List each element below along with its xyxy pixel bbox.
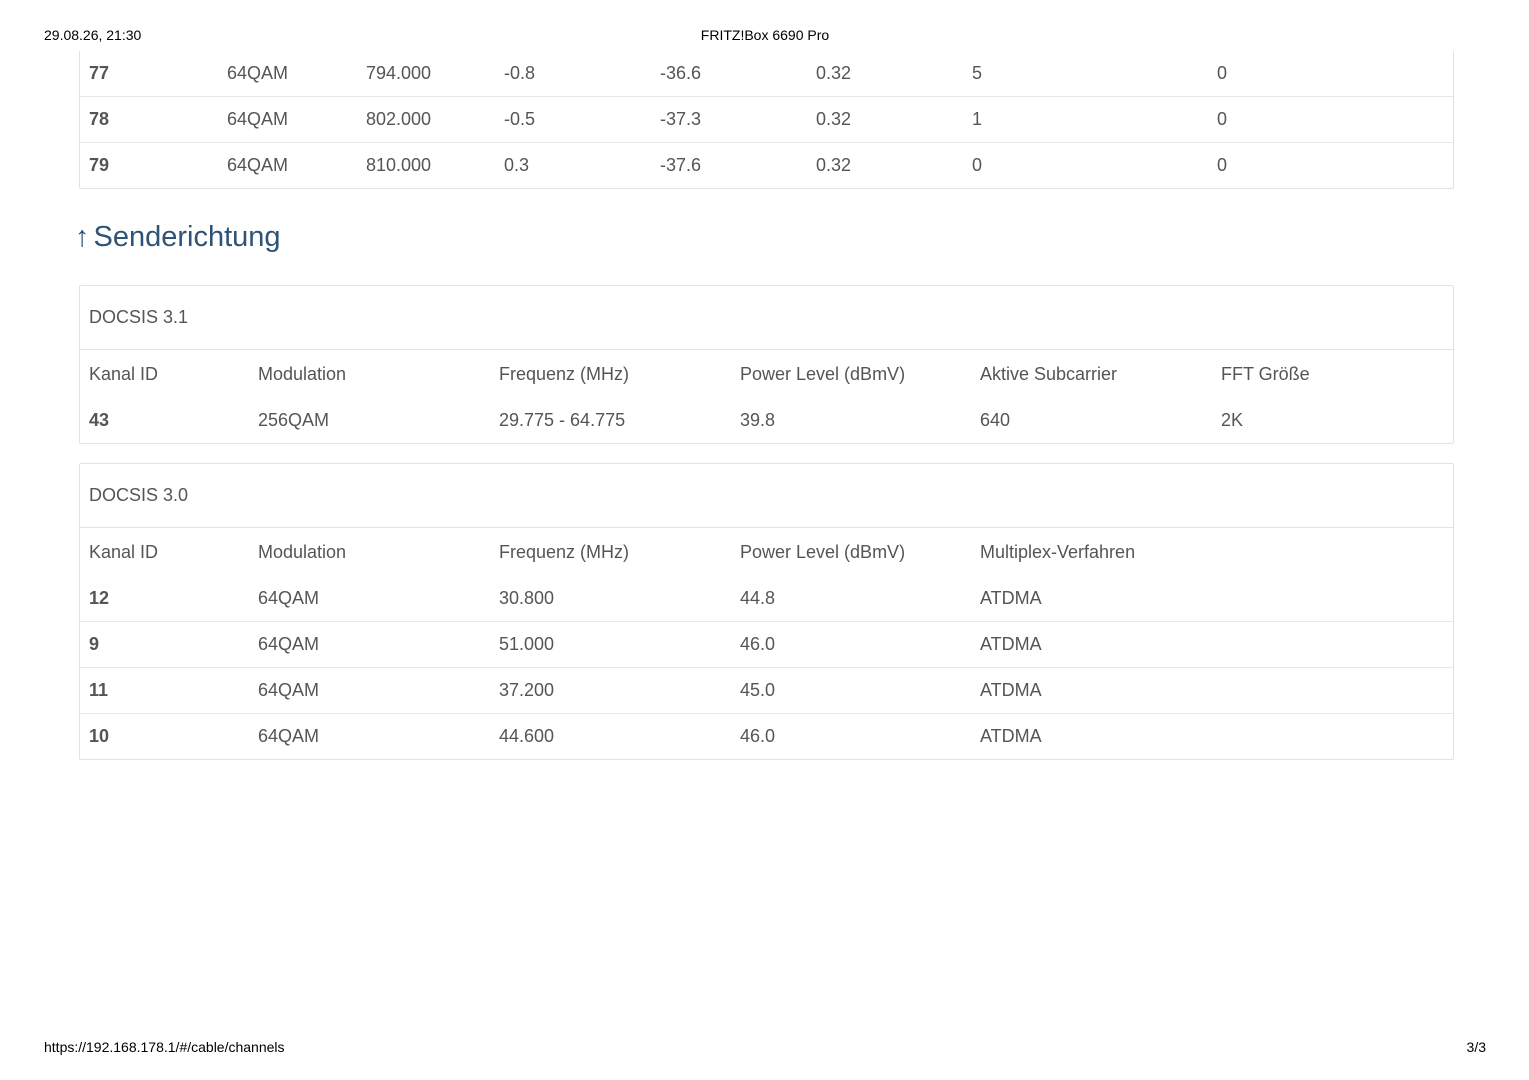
modulation: 256QAM [258, 410, 330, 430]
column-header: Kanal ID [89, 364, 159, 384]
table-header-row: Kanal ID Modulation Frequenz (MHz) Power… [80, 528, 1453, 576]
downstream-table: 77 64QAM 794.000 -0.8 -36.6 0.32 5 0 78 … [79, 51, 1454, 189]
mse: -37.3 [660, 109, 702, 129]
docsis30-title: DOCSIS 3.0 [80, 464, 1453, 528]
section-heading-upstream: ↑ Senderichtung [75, 189, 1454, 285]
table-header-row: Kanal ID Modulation Frequenz (MHz) Power… [80, 350, 1453, 398]
fft-size: 2K [1221, 410, 1244, 430]
latency: 0.32 [816, 63, 852, 83]
docsis31-title: DOCSIS 3.1 [80, 286, 1453, 350]
column-header: Aktive Subcarrier [980, 364, 1118, 384]
power-level: 45.0 [740, 680, 776, 700]
frequency: 37.200 [499, 680, 555, 700]
print-page-title: FRITZ!Box 6690 Pro [700, 27, 830, 43]
frequency: 30.800 [499, 588, 555, 608]
frequency: 810.000 [366, 155, 432, 175]
multiplex-method: ATDMA [980, 634, 1042, 654]
corrected-errors: 0 [972, 155, 983, 175]
table-row: 12 64QAM 30.800 44.8 ATDMA [80, 576, 1453, 622]
print-url: https://192.168.178.1/#/cable/channels [44, 1039, 285, 1055]
channel-id: 78 [89, 109, 110, 129]
power-level: -0.5 [504, 109, 536, 129]
channel-id: 79 [89, 155, 110, 175]
main-content: 77 64QAM 794.000 -0.8 -36.6 0.32 5 0 78 … [75, 51, 1454, 760]
frequency: 802.000 [366, 109, 432, 129]
column-header: Kanal ID [89, 542, 159, 562]
channel-id: 11 [89, 680, 109, 700]
modulation: 64QAM [227, 109, 289, 129]
multiplex-method: ATDMA [980, 588, 1042, 608]
column-header: FFT Größe [1221, 364, 1310, 384]
multiplex-method: ATDMA [980, 726, 1042, 746]
column-header: Modulation [258, 364, 347, 384]
multiplex-method: ATDMA [980, 680, 1042, 700]
uncorrectable-errors: 0 [1217, 63, 1228, 83]
mse: -37.6 [660, 155, 702, 175]
power-level: 0.3 [504, 155, 530, 175]
uncorrectable-errors: 0 [1217, 155, 1228, 175]
power-level: 46.0 [740, 726, 776, 746]
power-level: -0.8 [504, 63, 536, 83]
frequency: 794.000 [366, 63, 432, 83]
column-header: Frequenz (MHz) [499, 542, 630, 562]
table-row: 10 64QAM 44.600 46.0 ATDMA [80, 714, 1453, 759]
channel-id: 43 [89, 410, 110, 430]
corrected-errors: 1 [972, 109, 983, 129]
table-row: 11 64QAM 37.200 45.0 ATDMA [80, 668, 1453, 714]
print-page-number: 3/3 [1466, 1039, 1486, 1055]
frequency: 44.600 [499, 726, 555, 746]
power-level: 39.8 [740, 410, 776, 430]
table-row: 77 64QAM 794.000 -0.8 -36.6 0.32 5 0 [80, 51, 1453, 97]
power-level: 46.0 [740, 634, 776, 654]
channel-id: 9 [89, 634, 100, 654]
docsis31-card: DOCSIS 3.1 Kanal ID Modulation Frequenz … [79, 285, 1454, 444]
channel-id: 10 [89, 726, 110, 746]
modulation: 64QAM [258, 680, 320, 700]
latency: 0.32 [816, 109, 852, 129]
uncorrectable-errors: 0 [1217, 109, 1228, 129]
docsis30-card: DOCSIS 3.0 Kanal ID Modulation Frequenz … [79, 463, 1454, 760]
table-row: 43 256QAM 29.775 - 64.775 39.8 640 2K [80, 398, 1453, 443]
column-header: Power Level (dBmV) [740, 364, 906, 384]
modulation: 64QAM [258, 588, 320, 608]
column-header: Multiplex-Verfahren [980, 542, 1136, 562]
print-footer: https://192.168.178.1/#/cable/channels 3… [44, 1039, 1486, 1057]
section-heading-label: Senderichtung [93, 221, 281, 253]
modulation: 64QAM [258, 726, 320, 746]
frequency: 29.775 - 64.775 [499, 410, 626, 430]
latency: 0.32 [816, 155, 852, 175]
active-subcarrier: 640 [980, 410, 1011, 430]
print-header: 29.08.26, 21:30 FRITZ!Box 6690 Pro [44, 27, 1486, 45]
channel-id: 77 [89, 63, 110, 83]
arrow-up-icon: ↑ [75, 221, 90, 253]
column-header: Frequenz (MHz) [499, 364, 630, 384]
corrected-errors: 5 [972, 63, 983, 83]
table-row: 79 64QAM 810.000 0.3 -37.6 0.32 0 0 [80, 143, 1453, 188]
table-row: 78 64QAM 802.000 -0.5 -37.3 0.32 1 0 [80, 97, 1453, 143]
table-row: 9 64QAM 51.000 46.0 ATDMA [80, 622, 1453, 668]
modulation: 64QAM [227, 63, 289, 83]
channel-id: 12 [89, 588, 110, 608]
mse: -36.6 [660, 63, 702, 83]
power-level: 44.8 [740, 588, 776, 608]
modulation: 64QAM [258, 634, 320, 654]
column-header: Modulation [258, 542, 347, 562]
column-header: Power Level (dBmV) [740, 542, 906, 562]
frequency: 51.000 [499, 634, 555, 654]
modulation: 64QAM [227, 155, 289, 175]
